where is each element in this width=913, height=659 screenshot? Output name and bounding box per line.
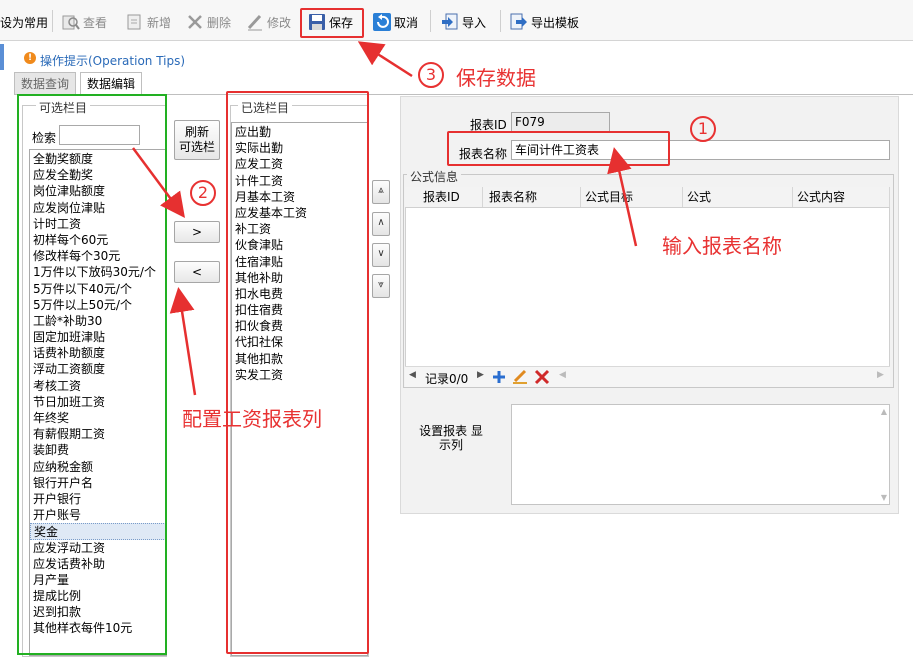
step3-circle: 3 — [418, 62, 444, 88]
step1-circle: 1 — [690, 116, 716, 142]
step3-annotation: 保存数据 — [456, 66, 536, 90]
step1-annotation: 输入报表名称 — [662, 234, 782, 258]
arrow-to-save — [357, 41, 413, 78]
arrow-to-remove-button — [169, 287, 197, 396]
arrow-to-add-button — [131, 147, 185, 219]
step2-annotation: 配置工资报表列 — [182, 407, 322, 431]
annotation-arrows — [131, 41, 638, 396]
arrow-to-report-name — [607, 147, 638, 247]
step2-circle: 2 — [190, 180, 216, 206]
